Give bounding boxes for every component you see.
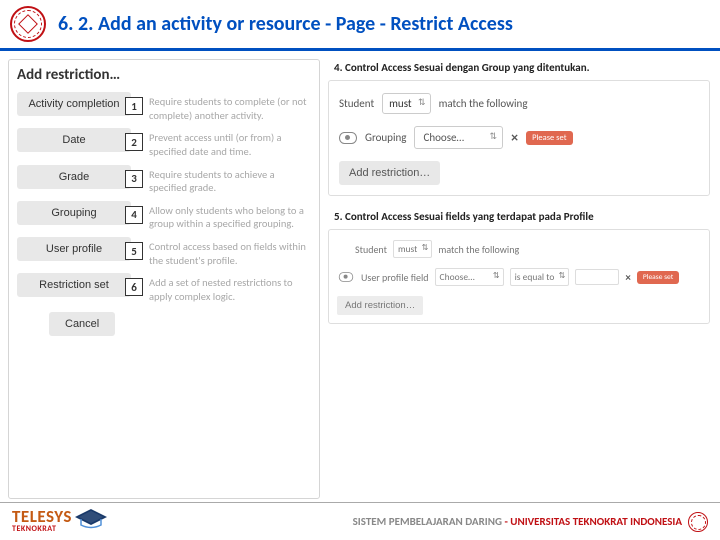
- restriction-row: User profile 5 Control access based on f…: [17, 237, 311, 270]
- profile-value-input[interactable]: [575, 269, 619, 285]
- please-set-badge: Please set: [637, 271, 679, 284]
- right-column: 4. Control Access Sesuai dengan Group ya…: [328, 59, 710, 499]
- must-select[interactable]: must: [382, 93, 430, 114]
- footer-text-gray: SISTEM PEMBELAJARAN DARING: [353, 515, 505, 528]
- activity-completion-button[interactable]: Activity completion: [17, 92, 131, 116]
- add-restriction-dialog: Add restriction… Activity completion 1 R…: [8, 59, 320, 499]
- student-label: Student: [355, 243, 387, 256]
- footer-text-red: - UNIVERSITAS TEKNOKRAT INDONESIA: [504, 515, 682, 528]
- graduation-cap-icon: [75, 507, 107, 536]
- restriction-desc: Prevent access until (or from) a specifi…: [137, 128, 311, 161]
- callout-marker: 1: [125, 97, 143, 115]
- footer-right: SISTEM PEMBELAJARAN DARING - UNIVERSITAS…: [353, 512, 708, 532]
- restriction-desc: Add a set of nested restrictions to appl…: [137, 273, 311, 306]
- callout-marker: 6: [125, 278, 143, 296]
- institution-logo-small: [688, 512, 708, 532]
- grouping-label: Grouping: [365, 131, 406, 144]
- user-profile-button[interactable]: User profile: [17, 237, 131, 261]
- add-restriction-button[interactable]: Add restriction…: [337, 296, 423, 315]
- institution-logo: [10, 6, 46, 42]
- eye-icon[interactable]: [339, 132, 357, 144]
- callout-marker: 5: [125, 242, 143, 260]
- restriction-row: Date 2 Prevent access until (or from) a …: [17, 128, 311, 161]
- must-select[interactable]: must: [393, 240, 432, 258]
- close-icon[interactable]: ×: [511, 129, 518, 146]
- step5-label: 5. Control Access Sesuai fields yang ter…: [334, 210, 710, 223]
- is-equal-to-select[interactable]: is equal to: [510, 268, 570, 286]
- page-title: 6. 2. Add an activity or resource - Page…: [58, 12, 513, 36]
- eye-icon[interactable]: [339, 272, 353, 282]
- content: Add restriction… Activity completion 1 R…: [0, 51, 720, 503]
- close-icon[interactable]: ×: [625, 271, 630, 284]
- brand-name: TELESYS: [12, 509, 72, 524]
- date-button[interactable]: Date: [17, 128, 131, 152]
- grouping-restriction-panel: Student must match the following Groupin…: [328, 80, 710, 196]
- student-label: Student: [339, 97, 374, 110]
- grouping-rule-row: Grouping Choose… × Please set: [339, 126, 699, 149]
- match-text: match the following: [438, 243, 519, 256]
- callout-marker: 3: [125, 170, 143, 188]
- restriction-desc: Control access based on fields within th…: [137, 237, 311, 270]
- restriction-set-button[interactable]: Restriction set: [17, 273, 131, 297]
- user-profile-field-label: User profile field: [361, 271, 429, 284]
- please-set-badge: Please set: [526, 131, 572, 145]
- restriction-row: Grade 3 Require students to achieve a sp…: [17, 165, 311, 198]
- match-text: match the following: [439, 97, 528, 110]
- restriction-row: Grouping 4 Allow only students who belon…: [17, 201, 311, 234]
- profile-restriction-panel: Student must match the following User pr…: [328, 229, 710, 324]
- callout-marker: 4: [125, 206, 143, 224]
- footer: TELESYS TEKNOKRAT SISTEM PEMBELAJARAN DA…: [0, 502, 720, 540]
- grouping-choose-select[interactable]: Choose…: [414, 126, 503, 149]
- dialog-title: Add restriction…: [17, 66, 311, 84]
- step4-label: 4. Control Access Sesuai dengan Group ya…: [334, 61, 710, 74]
- callout-marker: 2: [125, 133, 143, 151]
- restriction-row: Restriction set 6 Add a set of nested re…: [17, 273, 311, 306]
- header: 6. 2. Add an activity or resource - Page…: [0, 0, 720, 51]
- restriction-row: Activity completion 1 Require students t…: [17, 92, 311, 125]
- grade-button[interactable]: Grade: [17, 165, 131, 189]
- match-rule-row: Student must match the following: [337, 240, 701, 258]
- cancel-button[interactable]: Cancel: [49, 312, 115, 336]
- restriction-desc: Allow only students who belong to a grou…: [137, 201, 311, 234]
- profile-choose-select[interactable]: Choose…: [435, 268, 504, 286]
- match-rule-row: Student must match the following: [339, 93, 699, 114]
- add-restriction-button[interactable]: Add restriction…: [339, 161, 440, 185]
- telesys-brand: TELESYS TEKNOKRAT: [12, 507, 107, 536]
- profile-rule-row: User profile field Choose… is equal to ×…: [337, 268, 701, 286]
- grouping-button[interactable]: Grouping: [17, 201, 131, 225]
- restriction-desc: Require students to complete (or not com…: [137, 92, 311, 125]
- restriction-desc: Require students to achieve a specified …: [137, 165, 311, 198]
